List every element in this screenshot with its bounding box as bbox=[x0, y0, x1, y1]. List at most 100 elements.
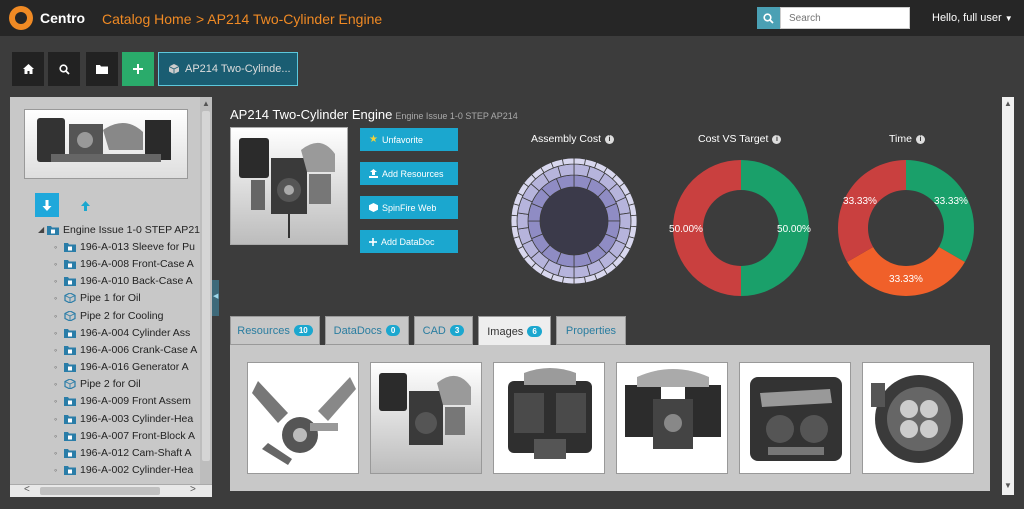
tree-thumbnail bbox=[24, 109, 188, 179]
tree-bullet-icon: ◦ bbox=[54, 465, 58, 476]
tree-item[interactable]: ◦ 196-A-012 Cam-Shaft A bbox=[10, 444, 200, 461]
slice-label: 33.33% bbox=[843, 196, 877, 207]
tree-item[interactable]: ◦ 196-A-010 Back-Case A bbox=[10, 273, 200, 290]
info-icon[interactable]: i bbox=[772, 134, 782, 144]
breadcrumb-home[interactable]: Catalog Home bbox=[102, 11, 192, 27]
gallery-image[interactable] bbox=[862, 362, 974, 474]
gallery-image[interactable] bbox=[616, 362, 728, 474]
tab-images[interactable]: Images 6 bbox=[478, 316, 551, 346]
gallery-image[interactable] bbox=[493, 362, 605, 474]
assembly-icon bbox=[64, 414, 76, 424]
user-greeting: Hello, full user bbox=[932, 12, 1002, 24]
home-icon bbox=[22, 64, 34, 74]
panel-splitter-handle[interactable]: ◀ bbox=[212, 280, 219, 316]
left-panel-hscrollbar[interactable]: < > bbox=[10, 484, 212, 497]
search-input[interactable] bbox=[780, 7, 910, 29]
sunburst-segment[interactable] bbox=[516, 212, 529, 230]
tab-datadocs-label: DataDocs bbox=[333, 324, 382, 337]
tree-item[interactable]: ◦ 196-A-004 Cylinder Ass bbox=[10, 324, 200, 341]
cost-vs-target-chart[interactable]: 50.00% 50.00% bbox=[668, 155, 814, 301]
gallery-image[interactable] bbox=[739, 362, 851, 474]
search-button[interactable] bbox=[757, 7, 780, 29]
scroll-up-icon[interactable]: ▲ bbox=[1004, 99, 1012, 108]
assembly-cost-chart[interactable] bbox=[510, 155, 638, 287]
sunburst-segment[interactable] bbox=[573, 157, 587, 166]
sunburst-segment[interactable] bbox=[630, 214, 638, 228]
info-icon[interactable]: i bbox=[915, 134, 925, 144]
tree-item[interactable]: ◦ 196-A-007 Front-Block A bbox=[10, 427, 200, 444]
main-scrollbar[interactable]: ▲ ▼ bbox=[1002, 97, 1014, 495]
sunburst-segment[interactable] bbox=[561, 276, 575, 285]
top-bar: Centro Catalog Home > AP214 Two-Cylinder… bbox=[0, 0, 1024, 36]
part-cube-icon bbox=[64, 379, 76, 390]
app-logo[interactable]: Centro bbox=[9, 6, 85, 30]
sunburst-segment[interactable] bbox=[561, 157, 575, 166]
add-datadoc-label: Add DataDoc bbox=[381, 236, 435, 247]
spinfire-web-button[interactable]: SpinFire Web bbox=[360, 196, 458, 219]
tree-bullet-icon: ◦ bbox=[54, 327, 58, 338]
donut-slice[interactable] bbox=[847, 247, 965, 296]
tree-item[interactable]: ◦ 196-A-016 Generator A bbox=[10, 359, 200, 376]
arrow-down-icon bbox=[42, 199, 52, 211]
tab-resources-count: 10 bbox=[293, 325, 313, 336]
assembly-icon bbox=[64, 449, 76, 459]
collapse-icon[interactable]: ◢ bbox=[38, 225, 47, 234]
tab-properties-label: Properties bbox=[565, 324, 617, 337]
tab-properties[interactable]: Properties bbox=[556, 316, 626, 345]
unfavorite-label: Unfavorite bbox=[381, 134, 423, 145]
tab-resources[interactable]: Resources 10 bbox=[230, 316, 320, 345]
left-panel-scrollbar[interactable]: ▲ bbox=[200, 97, 212, 487]
tree-item[interactable]: ◦ 196-A-002 Cylinder-Hea bbox=[10, 462, 200, 479]
gallery-image[interactable] bbox=[370, 362, 482, 474]
scrollbar-thumb[interactable] bbox=[202, 111, 210, 461]
time-title: Time i bbox=[889, 133, 925, 145]
tree-item[interactable]: ◦ Pipe 2 for Cooling bbox=[10, 307, 200, 324]
main-thumbnail[interactable] bbox=[230, 127, 348, 245]
home-button[interactable] bbox=[12, 52, 44, 86]
sunburst-segment[interactable] bbox=[619, 212, 632, 230]
hscrollbar-thumb[interactable] bbox=[40, 487, 160, 495]
collapse-up-button[interactable] bbox=[76, 197, 94, 215]
cost-vs-target-title-text: Cost VS Target bbox=[698, 133, 769, 145]
tree-item[interactable]: ◦ Pipe 2 for Oil bbox=[10, 376, 200, 393]
scroll-down-icon[interactable]: ▼ bbox=[1004, 481, 1012, 490]
tree-item-label: 196-A-007 Front-Block A bbox=[80, 429, 195, 442]
scroll-right-icon[interactable]: > bbox=[190, 484, 196, 495]
tab-cad-count: 3 bbox=[449, 325, 465, 336]
tree-root[interactable]: ◢ Engine Issue 1-0 STEP AP21 bbox=[10, 221, 200, 238]
tab-datadocs[interactable]: DataDocs 0 bbox=[325, 316, 409, 345]
add-datadoc-button[interactable]: Add DataDoc bbox=[360, 230, 458, 253]
page-title: AP214 Two-Cylinder Engine Engine Issue 1-… bbox=[230, 107, 518, 122]
add-resources-button[interactable]: Add Resources bbox=[360, 162, 458, 185]
tab-resources-label: Resources bbox=[237, 324, 290, 337]
tab-open-item[interactable]: AP214 Two-Cylinde... bbox=[158, 52, 298, 86]
folder-button[interactable] bbox=[86, 52, 118, 86]
scroll-up-icon[interactable]: ▲ bbox=[201, 99, 211, 109]
donut-slice[interactable] bbox=[838, 160, 906, 262]
time-chart[interactable]: 33.33% 33.33% 33.33% bbox=[833, 155, 979, 301]
tab-cad[interactable]: CAD 3 bbox=[414, 316, 473, 345]
gallery-image[interactable] bbox=[247, 362, 359, 474]
add-button[interactable] bbox=[122, 52, 154, 86]
info-icon[interactable]: i bbox=[605, 134, 615, 144]
tree-item[interactable]: ◦ 196-A-008 Front-Case A bbox=[10, 255, 200, 272]
donut-slice[interactable] bbox=[906, 160, 974, 262]
user-menu[interactable]: Hello, full user ▼ bbox=[932, 12, 1013, 24]
left-panel: ◢ Engine Issue 1-0 STEP AP21 ◦ 196-A-013 … bbox=[10, 97, 212, 497]
assembly-icon bbox=[64, 277, 76, 287]
tree-item[interactable]: ◦ Pipe 1 for Oil bbox=[10, 290, 200, 307]
scroll-left-icon[interactable]: < bbox=[24, 484, 30, 495]
tree-item[interactable]: ◦ 196-A-013 Sleeve for Pu bbox=[10, 238, 200, 255]
centro-logo-icon bbox=[9, 6, 33, 30]
unfavorite-button[interactable]: ★ Unfavorite bbox=[360, 128, 458, 151]
tree-item[interactable]: ◦ 196-A-009 Front Assem bbox=[10, 393, 200, 410]
assembly-cost-title-text: Assembly Cost bbox=[531, 133, 602, 145]
sunburst-segment[interactable] bbox=[573, 276, 587, 285]
search-tool-button[interactable] bbox=[48, 52, 80, 86]
tree-item[interactable]: ◦ 196-A-003 Cylinder-Hea bbox=[10, 410, 200, 427]
assembly-icon bbox=[64, 259, 76, 269]
tree-item[interactable]: ◦ 196-A-006 Crank-Case A bbox=[10, 341, 200, 358]
sunburst-segment[interactable] bbox=[510, 214, 518, 228]
expand-down-button[interactable] bbox=[35, 193, 59, 217]
part-cube-icon bbox=[64, 310, 76, 321]
